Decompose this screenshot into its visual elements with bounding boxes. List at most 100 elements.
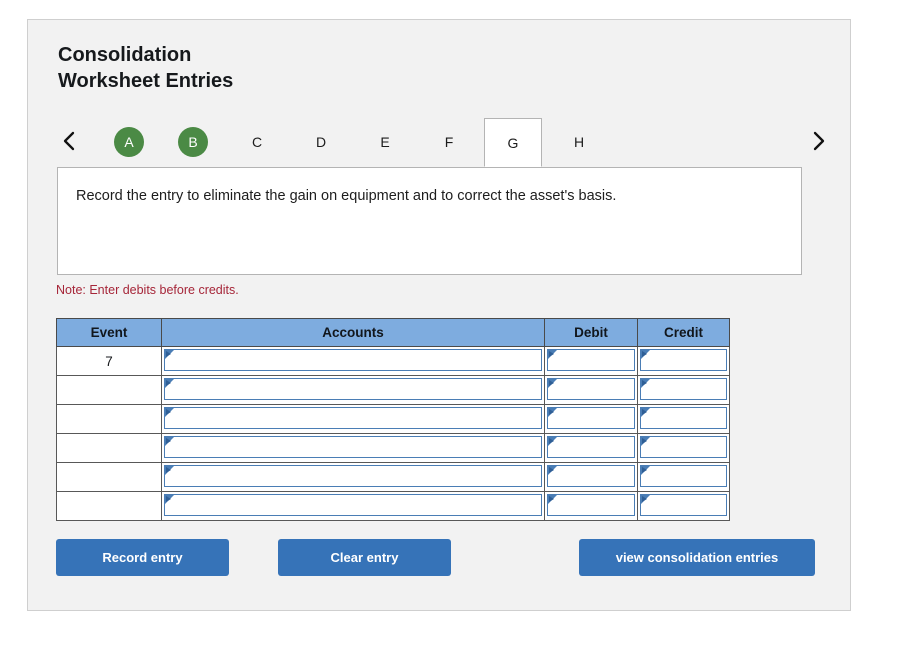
tab-label: G <box>507 134 519 151</box>
credit-cell <box>637 491 730 521</box>
record-entry-button[interactable]: Record entry <box>56 539 229 576</box>
event-cell: 7 <box>56 346 162 376</box>
account-cell <box>161 404 545 434</box>
instruction-panel: Record the entry to eliminate the gain o… <box>57 167 802 275</box>
debit-dropdown[interactable] <box>547 436 635 458</box>
tab-label: D <box>315 134 327 150</box>
debit-cell <box>544 346 638 376</box>
table-row <box>56 462 730 492</box>
next-tab-button[interactable] <box>806 124 832 158</box>
cell-triangle-icon <box>642 496 647 502</box>
table-header-row: Event Accounts Debit Credit <box>56 318 730 347</box>
page-title: Consolidation Worksheet Entries <box>58 44 234 92</box>
cell-triangle-icon <box>166 409 171 415</box>
cell-triangle-icon <box>642 409 647 415</box>
column-header-event: Event <box>56 318 162 347</box>
chevron-left-icon <box>61 130 77 152</box>
cell-triangle-icon <box>642 380 647 386</box>
tab-h[interactable]: H <box>550 118 608 166</box>
event-cell <box>56 491 162 521</box>
credit-dropdown[interactable] <box>640 436 727 458</box>
cell-triangle-icon <box>549 380 554 386</box>
debit-dropdown[interactable] <box>547 349 635 371</box>
chevron-right-icon <box>811 130 827 152</box>
journal-entry-table: Event Accounts Debit Credit 7 <box>56 318 730 521</box>
tab-completed-badge: B <box>178 127 208 157</box>
debit-cell <box>544 404 638 434</box>
account-dropdown[interactable] <box>164 436 542 458</box>
prev-tab-button[interactable] <box>56 124 82 158</box>
credit-dropdown[interactable] <box>640 378 727 400</box>
account-cell <box>161 375 545 405</box>
instruction-text: Record the entry to eliminate the gain o… <box>76 188 617 204</box>
event-cell <box>56 462 162 492</box>
event-cell <box>56 375 162 405</box>
event-cell <box>56 433 162 463</box>
credit-cell <box>637 346 730 376</box>
cell-triangle-icon <box>549 467 554 473</box>
column-header-debit: Debit <box>544 318 638 347</box>
cell-triangle-icon <box>642 351 647 357</box>
credit-dropdown[interactable] <box>640 465 727 487</box>
tab-d[interactable]: D <box>292 118 350 166</box>
account-cell <box>161 346 545 376</box>
cell-triangle-icon <box>642 467 647 473</box>
clear-entry-button[interactable]: Clear entry <box>278 539 451 576</box>
column-header-accounts: Accounts <box>161 318 545 347</box>
tab-b[interactable]: B <box>164 118 222 166</box>
account-dropdown[interactable] <box>164 407 542 429</box>
tab-f[interactable]: F <box>420 118 478 166</box>
debit-dropdown[interactable] <box>547 407 635 429</box>
table-row <box>56 433 730 463</box>
table-row <box>56 404 730 434</box>
cell-triangle-icon <box>642 438 647 444</box>
cell-triangle-icon <box>549 351 554 357</box>
column-header-credit: Credit <box>637 318 730 347</box>
cell-triangle-icon <box>549 438 554 444</box>
account-dropdown[interactable] <box>164 378 542 400</box>
view-consolidation-entries-button[interactable]: view consolidation entries <box>579 539 815 576</box>
credit-dropdown[interactable] <box>640 349 727 371</box>
debit-cell <box>544 462 638 492</box>
debit-cell <box>544 491 638 521</box>
credit-cell <box>637 433 730 463</box>
tab-label: C <box>251 134 263 150</box>
credit-cell <box>637 375 730 405</box>
debit-cell <box>544 375 638 405</box>
tab-label: E <box>380 134 390 150</box>
account-dropdown[interactable] <box>164 494 542 516</box>
cell-triangle-icon <box>166 438 171 444</box>
debit-cell <box>544 433 638 463</box>
account-cell <box>161 433 545 463</box>
debit-dropdown[interactable] <box>547 378 635 400</box>
tab-g[interactable]: G <box>484 118 542 167</box>
worksheet-card: Consolidation Worksheet Entries A B C D E F G H… <box>27 19 851 611</box>
cell-triangle-icon <box>166 351 171 357</box>
tab-label: F <box>444 134 454 150</box>
credit-cell <box>637 404 730 434</box>
table-row <box>56 375 730 405</box>
tab-e[interactable]: E <box>356 118 414 166</box>
debits-before-credits-note: Note: Enter debits before credits. <box>56 283 239 297</box>
debit-dropdown[interactable] <box>547 465 635 487</box>
account-cell <box>161 462 545 492</box>
credit-cell <box>637 462 730 492</box>
table-row: 7 <box>56 346 730 376</box>
tab-a[interactable]: A <box>100 118 158 166</box>
tab-label: H <box>573 134 585 150</box>
debit-dropdown[interactable] <box>547 494 635 516</box>
credit-dropdown[interactable] <box>640 407 727 429</box>
table-row <box>56 491 730 521</box>
credit-dropdown[interactable] <box>640 494 727 516</box>
cell-triangle-icon <box>549 496 554 502</box>
account-dropdown[interactable] <box>164 349 542 371</box>
cell-triangle-icon <box>549 409 554 415</box>
tab-strip: A B C D E F G H <box>56 118 832 167</box>
account-dropdown[interactable] <box>164 465 542 487</box>
account-cell <box>161 491 545 521</box>
cell-triangle-icon <box>166 380 171 386</box>
tab-completed-badge: A <box>114 127 144 157</box>
event-cell <box>56 404 162 434</box>
tab-c[interactable]: C <box>228 118 286 166</box>
cell-triangle-icon <box>166 467 171 473</box>
